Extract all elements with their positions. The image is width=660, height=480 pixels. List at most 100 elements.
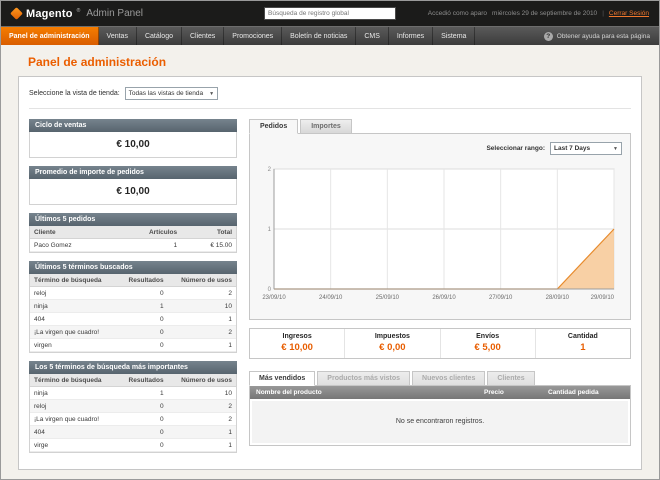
separator: | — [602, 10, 604, 17]
cell-term: virge — [30, 439, 118, 452]
box-title: Últimos 5 términos buscados — [29, 261, 237, 274]
table-row[interactable]: reloj 0 2 — [30, 400, 236, 413]
cell-results: 0 — [118, 413, 168, 426]
box-body: Cliente Artículos Total Paco Gomez 1 — [29, 226, 237, 253]
cell-term: ¡La virgen que cuadro! — [30, 326, 118, 339]
range-label: Seleccionar rango: — [486, 145, 545, 152]
brand-registered-mark: ® — [77, 8, 81, 14]
range-value: Last 7 Days — [554, 145, 590, 152]
cell-uses: 2 — [168, 326, 236, 339]
tab-pedidos[interactable]: Pedidos — [249, 119, 298, 134]
products-table-header: Nombre del producto Precio Cantidad pedi… — [250, 386, 630, 399]
cell-term: ninja — [30, 387, 118, 400]
col-header-uses: Número de usos — [168, 274, 236, 287]
logged-in-text: Accedió como aparo — [428, 10, 487, 17]
table-row[interactable]: 404 0 1 — [30, 426, 236, 439]
tab-new-customers[interactable]: Nuevos clientes — [412, 371, 485, 385]
col-header-items: Artículos — [114, 226, 181, 239]
dashboard-left-column: Ciclo de ventas € 10,00 Promedio de impo… — [29, 119, 237, 453]
cell-term: virgen — [30, 339, 118, 352]
stat-cantidad: Cantidad 1 — [535, 329, 630, 358]
cell-results: 0 — [118, 400, 168, 413]
table-row[interactable]: ¡La virgen que cuadro! 0 2 — [30, 413, 236, 426]
col-header-term: Término de búsqueda — [30, 274, 118, 287]
brand-name: Magento — [26, 8, 73, 20]
store-view-select[interactable]: Todas las vistas de tienda ▼ — [125, 87, 218, 100]
table-row[interactable]: reloj 0 2 — [30, 287, 236, 300]
store-view-switcher: Seleccione la vista de tienda: Todas las… — [29, 87, 631, 109]
nav-promociones[interactable]: Promociones — [224, 27, 282, 45]
stat-value: € 10,00 — [250, 342, 344, 353]
cell-results: 0 — [118, 339, 168, 352]
nav-boletin[interactable]: Boletín de noticias — [282, 27, 356, 45]
nav-dashboard[interactable]: Panel de administración — [1, 27, 99, 45]
table-row[interactable]: virgen 0 1 — [30, 339, 236, 352]
lifetime-sales-value: € 10,00 — [30, 132, 236, 157]
magento-admin-window: Magento ® Admin Panel Accedió como aparo… — [0, 0, 660, 480]
nav-catalogo[interactable]: Catálogo — [137, 27, 182, 45]
range-selector-row: Seleccionar rango: Last 7 Days ▼ — [258, 142, 622, 155]
table-row[interactable]: ninja 1 10 — [30, 300, 236, 313]
chevron-down-icon: ▼ — [613, 146, 618, 152]
col-header-results: Resultados — [118, 374, 168, 387]
global-search-input[interactable] — [264, 7, 396, 20]
cell-uses: 2 — [168, 413, 236, 426]
main-nav: Panel de administración Ventas Catálogo … — [1, 26, 659, 45]
page-help-link[interactable]: ? Obtener ayuda para esta página — [535, 27, 659, 45]
cell-results: 0 — [118, 326, 168, 339]
cell-uses: 1 — [168, 439, 236, 452]
cell-uses: 1 — [168, 339, 236, 352]
last-orders-table: Cliente Artículos Total Paco Gomez 1 — [30, 226, 236, 252]
svg-text:25/09/10: 25/09/10 — [376, 295, 400, 301]
range-select[interactable]: Last 7 Days ▼ — [550, 142, 622, 155]
col-header-uses: Número de usos — [168, 374, 236, 387]
table-row[interactable]: ninja 1 10 — [30, 387, 236, 400]
stat-label: Ingresos — [250, 333, 344, 340]
table-row[interactable]: ¡La virgen que cuadro! 0 2 — [30, 326, 236, 339]
totals-row: Ingresos € 10,00 Impuestos € 0,00 Envíos… — [249, 328, 631, 359]
table-row[interactable]: virge 0 1 — [30, 439, 236, 452]
page-body: Panel de administración Seleccione la vi… — [1, 45, 659, 479]
logout-link[interactable]: Cerrar Sesión — [609, 10, 649, 17]
tab-customers[interactable]: Clientes — [487, 371, 534, 385]
stat-label: Envíos — [441, 333, 535, 340]
nav-cms[interactable]: CMS — [356, 27, 389, 45]
box-body: € 10,00 — [29, 132, 237, 158]
cell-customer: Paco Gomez — [30, 239, 114, 252]
table-row[interactable]: 404 0 1 — [30, 313, 236, 326]
magento-logo: Magento ® Admin Panel — [11, 8, 264, 20]
top-header: Magento ® Admin Panel Accedió como aparo… — [1, 1, 659, 26]
tab-importes[interactable]: Importes — [300, 119, 352, 133]
cell-term: reloj — [30, 400, 118, 413]
header-date: miércoles 29 de septiembre de 2010 — [492, 10, 597, 17]
brand-suffix: Admin Panel — [86, 8, 143, 19]
svg-text:2: 2 — [268, 167, 272, 173]
tab-best-sellers[interactable]: Más vendidos — [249, 371, 315, 386]
svg-text:0: 0 — [268, 287, 272, 293]
page-title: Panel de administración — [28, 55, 642, 69]
col-header-term: Término de búsqueda — [30, 374, 118, 387]
table-row[interactable]: Paco Gomez 1 € 15.00 — [30, 239, 236, 252]
cell-results: 0 — [118, 439, 168, 452]
cell-term: ninja — [30, 300, 118, 313]
nav-sistema[interactable]: Sistema — [433, 27, 475, 45]
chart-tabs: Pedidos Importes — [249, 119, 631, 133]
nav-ventas[interactable]: Ventas — [99, 27, 137, 45]
cell-uses: 10 — [168, 300, 236, 313]
svg-text:29/09/10: 29/09/10 — [591, 295, 615, 301]
nav-clientes[interactable]: Clientes — [182, 27, 224, 45]
dashboard-content: Seleccione la vista de tienda: Todas las… — [18, 76, 642, 470]
stat-value: 1 — [536, 342, 630, 353]
box-title: Ciclo de ventas — [29, 119, 237, 132]
empty-records-message: No se encontraron registros. — [252, 401, 628, 443]
tab-most-viewed[interactable]: Productos más vistos — [317, 371, 410, 385]
stat-envios: Envíos € 5,00 — [440, 329, 535, 358]
last-orders-box: Últimos 5 pedidos Cliente Artículos Tota… — [29, 213, 237, 253]
lifetime-sales-box: Ciclo de ventas € 10,00 — [29, 119, 237, 158]
cell-results: 0 — [118, 426, 168, 439]
box-body: Término de búsqueda Resultados Número de… — [29, 374, 237, 453]
nav-informes[interactable]: Informes — [389, 27, 433, 45]
col-header-price: Precio — [478, 386, 542, 399]
box-body: Término de búsqueda Resultados Número de… — [29, 274, 237, 353]
stat-ingresos: Ingresos € 10,00 — [250, 329, 344, 358]
